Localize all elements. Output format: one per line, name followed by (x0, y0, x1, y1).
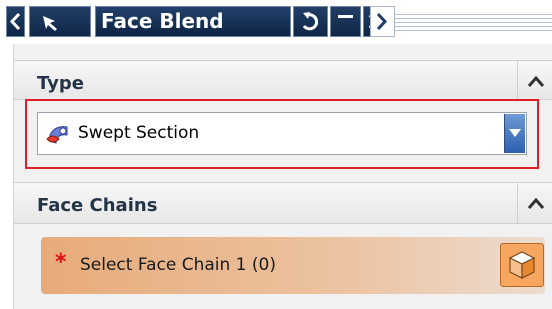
dialog-body: Type Swept Section Face Chains * Select … (13, 44, 552, 309)
type-dropdown-value: Swept Section (78, 123, 200, 143)
required-marker: * (55, 250, 67, 275)
reset-button[interactable] (293, 6, 328, 37)
face-select-button[interactable] (500, 243, 544, 287)
dropdown-arrow-button[interactable] (504, 114, 525, 153)
type-highlight-frame: Swept Section (25, 99, 539, 169)
type-dropdown[interactable]: Swept Section (37, 112, 527, 155)
select-arrow-icon (43, 16, 57, 31)
type-section-title: Type (37, 73, 84, 94)
chevron-down-icon (509, 129, 521, 137)
expand-right-button[interactable] (370, 6, 395, 37)
select-face-chain-label: Select Face Chain 1 (0) (80, 255, 276, 275)
face-select-icon (508, 251, 536, 279)
face-chains-collapse-button[interactable] (517, 183, 552, 223)
dialog-title: Face Blend (95, 6, 291, 37)
face-chains-section-header[interactable]: Face Chains (14, 182, 552, 224)
chevron-up-icon (527, 197, 545, 209)
reset-icon (302, 12, 319, 31)
chevron-up-icon (527, 75, 545, 87)
collapse-left-button[interactable] (6, 6, 25, 37)
minimize-icon (338, 15, 353, 18)
type-section-header[interactable]: Type (14, 60, 552, 100)
title-bar-grip[interactable] (395, 11, 552, 33)
dialog-title-bar: Face Blend (0, 0, 552, 44)
selection-mode-button[interactable] (29, 6, 91, 37)
select-face-chain-row[interactable]: * Select Face Chain 1 (0) (41, 237, 545, 294)
minimize-button[interactable] (330, 6, 361, 37)
chevron-right-icon (376, 12, 388, 31)
face-chains-section-title: Face Chains (37, 195, 158, 216)
swept-section-icon (46, 126, 68, 144)
chevron-left-icon (9, 12, 21, 31)
type-collapse-button[interactable] (517, 61, 552, 99)
